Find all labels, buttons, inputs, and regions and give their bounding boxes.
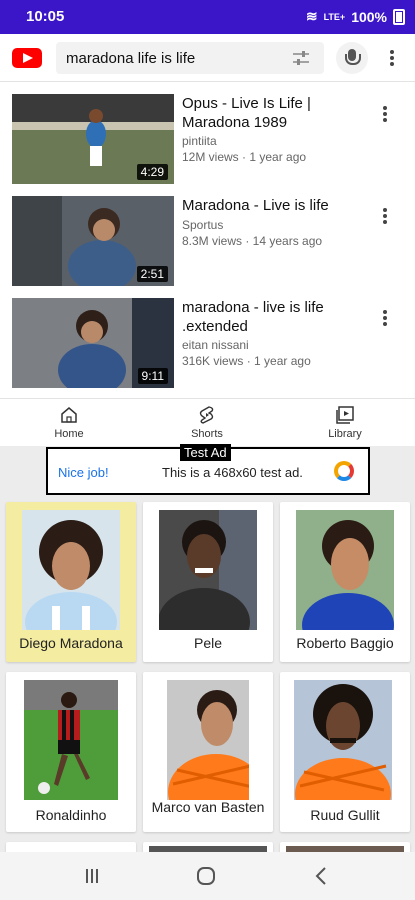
admob-logo-icon bbox=[334, 461, 354, 481]
search-header bbox=[0, 34, 415, 82]
player-photo bbox=[167, 680, 249, 800]
home-button-icon[interactable] bbox=[194, 864, 218, 888]
wifi-icon: ≋ bbox=[305, 8, 318, 24]
home-icon bbox=[61, 407, 77, 423]
video-result[interactable]: 4:29 Opus - Live Is Life | Maradona 1989… bbox=[0, 94, 415, 186]
player-card-ronaldinho[interactable]: Ronaldinho bbox=[6, 672, 136, 832]
search-box[interactable] bbox=[56, 42, 324, 74]
video-channel[interactable]: pintiita bbox=[182, 134, 217, 148]
video-meta: 12M views · 1 year ago bbox=[182, 150, 307, 164]
bottom-nav: Home Shorts Library bbox=[0, 398, 415, 446]
shorts-icon bbox=[199, 406, 214, 424]
video-result[interactable]: 2:51 Maradona - Live is life Sportus 8.3… bbox=[0, 196, 415, 288]
video-title[interactable]: Opus - Live Is Life | Maradona 1989 bbox=[182, 94, 372, 132]
player-photo bbox=[24, 680, 118, 802]
ad-nice-text: Nice job! bbox=[58, 465, 109, 480]
nav-library-label: Library bbox=[328, 428, 362, 440]
voice-search-button[interactable] bbox=[336, 42, 368, 74]
player-name: Diego Maradona bbox=[19, 635, 123, 651]
signal-label: LTE+ bbox=[323, 11, 346, 22]
player-name: Ruud Gullit bbox=[310, 807, 380, 823]
player-card-pele[interactable]: Pele bbox=[143, 502, 273, 662]
video-channel[interactable]: eitan nissani bbox=[182, 338, 249, 352]
search-input[interactable] bbox=[66, 48, 276, 68]
video-menu-icon[interactable] bbox=[383, 208, 387, 224]
player-name: Marco van Basten bbox=[151, 799, 265, 815]
video-result[interactable]: 9:11 maradona - live is life .extended e… bbox=[0, 298, 415, 390]
back-icon[interactable] bbox=[310, 864, 334, 888]
video-meta: 316K views · 1 year ago bbox=[182, 354, 311, 368]
library-icon bbox=[336, 406, 354, 424]
youtube-logo-icon[interactable] bbox=[12, 48, 42, 68]
video-menu-icon[interactable] bbox=[383, 310, 387, 326]
video-thumbnail[interactable]: 2:51 bbox=[12, 196, 174, 286]
nav-home[interactable]: Home bbox=[34, 405, 104, 440]
status-time: 10:05 bbox=[26, 8, 65, 25]
video-menu-icon[interactable] bbox=[383, 106, 387, 122]
nav-shorts[interactable]: Shorts bbox=[172, 405, 242, 440]
video-thumbnail[interactable]: 9:11 bbox=[12, 298, 174, 388]
status-icons: ≋ LTE+ 100% bbox=[306, 8, 405, 25]
youtube-results-panel: 4:29 Opus - Live Is Life | Maradona 1989… bbox=[0, 34, 415, 446]
video-thumbnail[interactable]: 4:29 bbox=[12, 94, 174, 184]
system-nav-bar bbox=[0, 852, 415, 900]
video-duration: 9:11 bbox=[137, 368, 168, 384]
battery-percent: 100% bbox=[351, 8, 387, 25]
nav-home-label: Home bbox=[54, 428, 84, 440]
player-card-maradona[interactable]: Diego Maradona bbox=[6, 502, 136, 662]
test-ad-banner[interactable]: Test Ad Nice job! This is a 468x60 test … bbox=[46, 444, 370, 495]
mic-icon bbox=[345, 49, 361, 65]
player-card-gullit[interactable]: Ruud Gullit bbox=[280, 672, 410, 832]
player-card-baggio[interactable]: Roberto Baggio bbox=[280, 502, 410, 662]
player-name: Pele bbox=[193, 635, 223, 651]
ad-label: Test Ad bbox=[180, 444, 231, 461]
more-options-icon[interactable] bbox=[390, 50, 394, 66]
player-name: Ronaldinho bbox=[35, 807, 107, 823]
recent-apps-icon[interactable] bbox=[80, 864, 104, 888]
player-name: Roberto Baggio bbox=[296, 635, 394, 651]
video-meta: 8.3M views · 14 years ago bbox=[182, 234, 323, 248]
ad-body-text: This is a 468x60 test ad. bbox=[162, 465, 303, 480]
player-card-van-basten[interactable]: Marco van Basten bbox=[143, 672, 273, 832]
nav-shorts-label: Shorts bbox=[191, 428, 223, 440]
video-duration: 4:29 bbox=[136, 164, 168, 180]
player-photo bbox=[22, 510, 120, 630]
video-duration: 2:51 bbox=[136, 266, 168, 282]
video-title[interactable]: Maradona - Live is life bbox=[182, 196, 372, 215]
player-photo bbox=[294, 680, 398, 802]
filter-icon[interactable] bbox=[292, 50, 310, 66]
status-bar: 10:05 ≋ LTE+ 100% bbox=[0, 0, 415, 34]
player-photo bbox=[296, 510, 394, 630]
video-channel[interactable]: Sportus bbox=[182, 218, 223, 232]
nav-library[interactable]: Library bbox=[310, 405, 380, 440]
battery-icon bbox=[393, 8, 405, 25]
video-title[interactable]: maradona - live is life .extended bbox=[182, 298, 372, 336]
player-photo bbox=[159, 510, 257, 630]
